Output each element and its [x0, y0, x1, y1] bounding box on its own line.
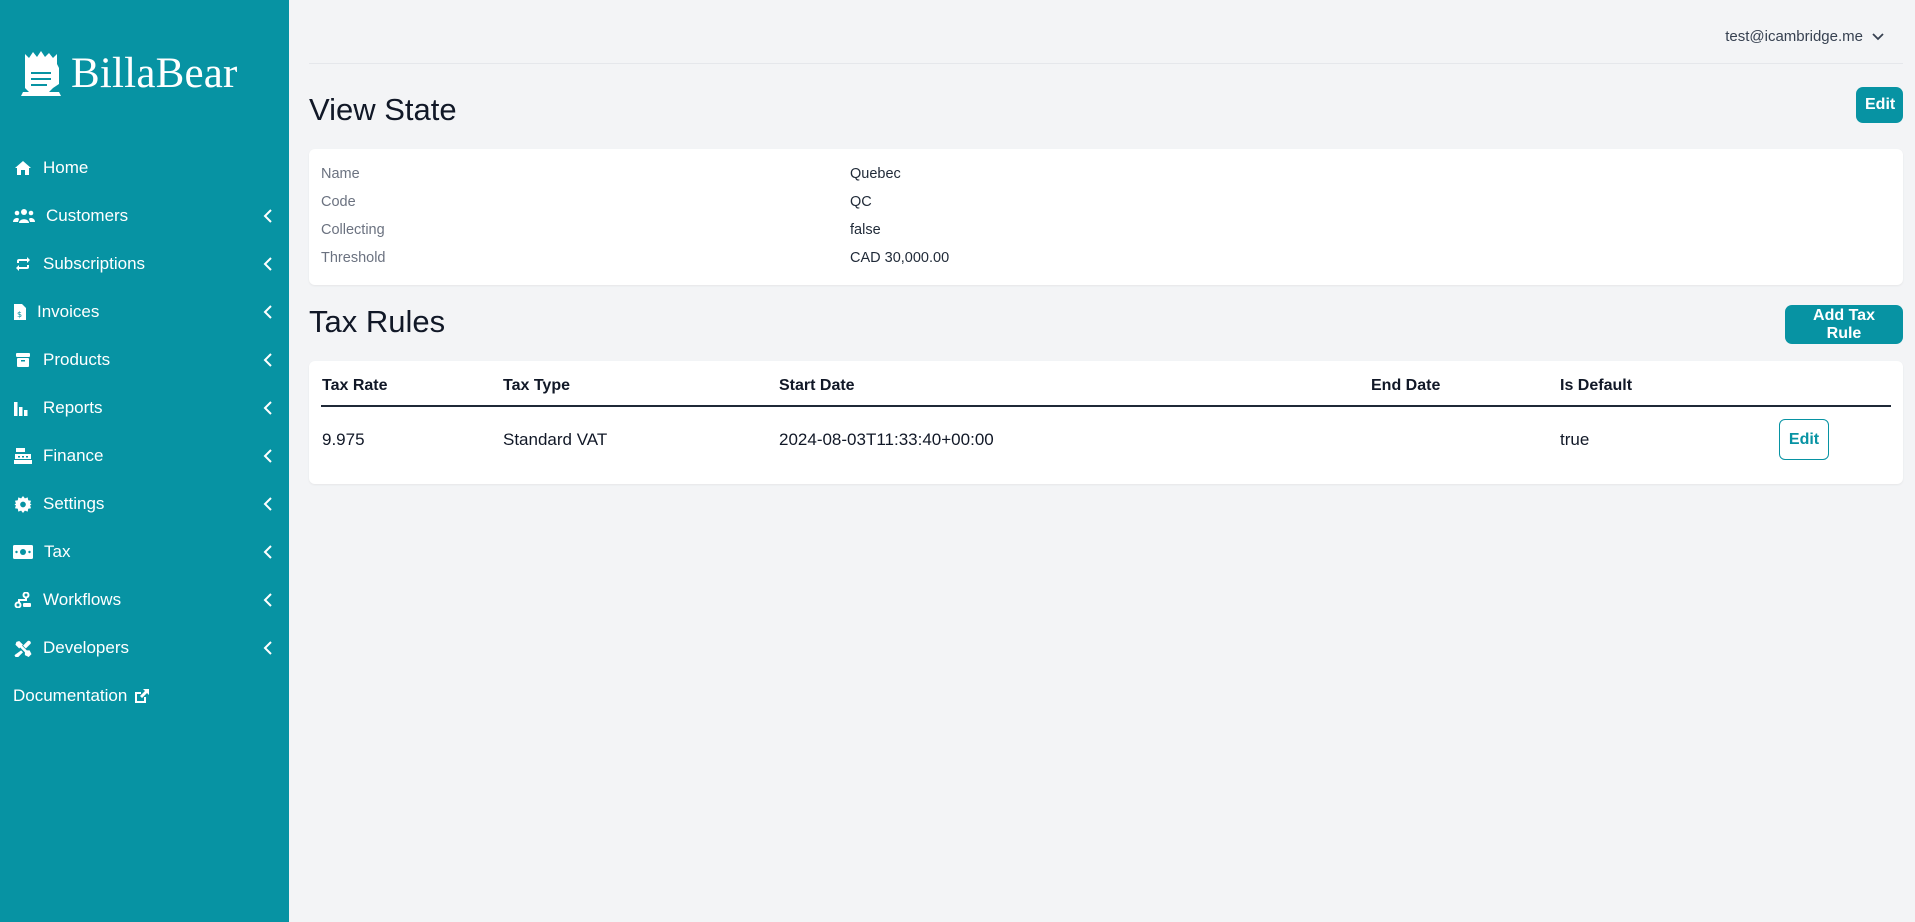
column-header-end-date: End Date [1371, 377, 1441, 394]
chevron-left-icon [261, 640, 275, 656]
edit-tax-rule-button[interactable]: Edit [1779, 419, 1829, 460]
sidebar-item-finance[interactable]: Finance [0, 432, 289, 480]
detail-value: CAD 30,000.00 [850, 250, 950, 266]
sidebar-item-workflows[interactable]: Workflows [0, 576, 289, 624]
sidebar-item-label: Workflows [43, 590, 122, 609]
top-bar: test@icambridge.me [309, 0, 1903, 64]
state-details-card: Name Quebec Code QC Collecting false Thr… [309, 149, 1903, 285]
main-content: test@icambridge.me View State Edit Name … [289, 0, 1915, 922]
chevron-left-icon [261, 592, 275, 608]
user-menu[interactable]: test@icambridge.me [1725, 28, 1885, 45]
main-nav: Home Customers Subscriptions $ Invoices [0, 144, 289, 720]
sidebar-item-reports[interactable]: Reports [0, 384, 289, 432]
column-header-tax-rate: Tax Rate [322, 377, 388, 394]
detail-label: Code [321, 194, 356, 210]
user-email: test@icambridge.me [1725, 28, 1863, 45]
tax-rules-table: Tax Rate Tax Type Start Date End Date Is… [309, 361, 1903, 484]
edit-state-button[interactable]: Edit [1856, 87, 1903, 123]
money-bill-icon [13, 543, 33, 561]
chevron-left-icon [261, 256, 275, 272]
chevron-left-icon [261, 544, 275, 560]
sidebar-item-home[interactable]: Home [0, 144, 289, 192]
detail-value: Quebec [850, 166, 901, 182]
chevron-left-icon [261, 448, 275, 464]
detail-label: Threshold [321, 250, 386, 266]
sidebar: BillaBear Home Customers Subscriptions $… [0, 0, 289, 922]
sidebar-item-label: Developers [43, 638, 129, 657]
sidebar-item-label: Invoices [37, 302, 100, 321]
page-title: View State [309, 92, 457, 127]
cell-tax-type: Standard VAT [503, 430, 608, 449]
tools-icon [13, 639, 33, 657]
cash-register-icon [13, 447, 33, 465]
tax-rules-title: Tax Rules [309, 304, 446, 339]
sidebar-item-tax[interactable]: Tax [0, 528, 289, 576]
column-header-tax-type: Tax Type [503, 377, 570, 394]
box-icon [13, 351, 33, 369]
sidebar-item-developers[interactable]: Developers [0, 624, 289, 672]
chevron-left-icon [261, 400, 275, 416]
external-link-icon [133, 688, 150, 705]
sidebar-item-label: Home [43, 158, 89, 177]
workflow-icon [13, 591, 33, 609]
column-header-is-default: Is Default [1560, 377, 1633, 394]
cell-start-date: 2024-08-03T11:33:40+00:00 [779, 430, 994, 449]
bear-logo-icon [21, 51, 61, 96]
chevron-down-icon [1872, 32, 1884, 40]
chevron-left-icon [261, 304, 275, 320]
home-icon [13, 159, 33, 177]
sidebar-item-label: Subscriptions [43, 254, 146, 273]
users-icon [13, 207, 35, 225]
add-tax-rule-button[interactable]: Add Tax Rule [1785, 305, 1903, 344]
table-header-divider [321, 405, 1891, 407]
invoice-icon: $ [13, 303, 27, 321]
cell-is-default: true [1560, 430, 1590, 449]
sidebar-item-label: Products [43, 350, 111, 369]
sidebar-item-customers[interactable]: Customers [0, 192, 289, 240]
detail-label: Collecting [321, 222, 385, 238]
sidebar-item-label: Documentation [13, 686, 128, 705]
sidebar-item-label: Reports [43, 398, 103, 417]
repeat-icon [13, 255, 33, 273]
sidebar-item-label: Tax [44, 542, 71, 561]
column-header-start-date: Start Date [779, 377, 855, 394]
chevron-left-icon [261, 352, 275, 368]
sidebar-item-label: Settings [43, 494, 105, 513]
detail-value: false [850, 222, 881, 238]
sidebar-item-subscriptions[interactable]: Subscriptions [0, 240, 289, 288]
gear-icon [13, 495, 33, 513]
chevron-left-icon [261, 496, 275, 512]
sidebar-item-documentation[interactable]: Documentation [0, 672, 289, 720]
sidebar-item-label: Finance [43, 446, 104, 465]
sidebar-item-products[interactable]: Products [0, 336, 289, 384]
cell-tax-rate: 9.975 [322, 430, 365, 449]
detail-value: QC [850, 194, 872, 210]
bar-chart-icon [13, 399, 29, 417]
brand-name: BillaBear [71, 49, 238, 97]
chevron-left-icon [261, 208, 275, 224]
sidebar-item-label: Customers [46, 206, 129, 225]
svg-text:$: $ [17, 310, 22, 319]
brand-logo[interactable]: BillaBear [19, 46, 238, 100]
detail-label: Name [321, 166, 360, 182]
sidebar-item-invoices[interactable]: $ Invoices [0, 288, 289, 336]
sidebar-item-settings[interactable]: Settings [0, 480, 289, 528]
